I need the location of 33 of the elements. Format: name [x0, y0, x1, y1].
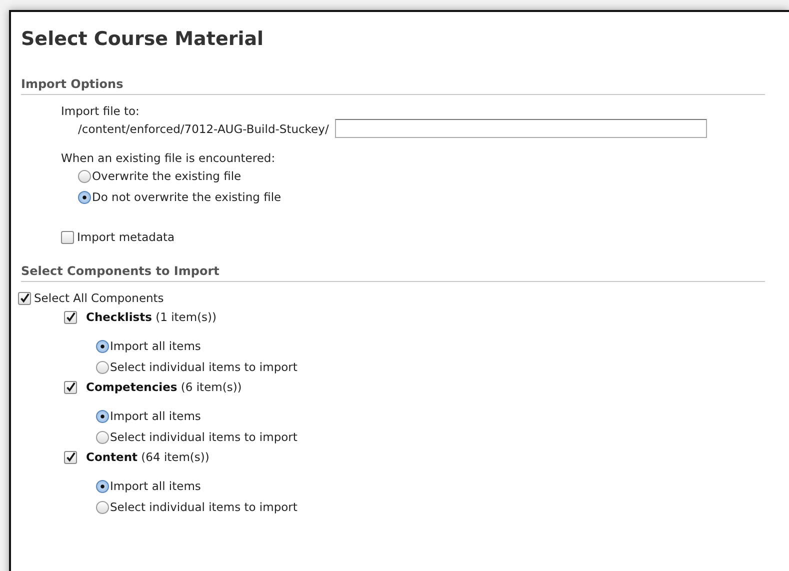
- checkbox[interactable]: [18, 292, 31, 304]
- checkbox-label: Select All Components: [34, 291, 164, 305]
- radio-button[interactable]: [96, 480, 109, 492]
- checkbox[interactable]: [64, 380, 77, 394]
- checkbox-label: Checklists (1 item(s)): [86, 310, 217, 324]
- checkbox-label: Competencies (6 item(s)): [86, 380, 242, 394]
- radio-button[interactable]: [96, 410, 109, 422]
- checkbox[interactable]: [61, 230, 74, 244]
- radio-button[interactable]: [96, 500, 109, 514]
- option-label: Import all items: [110, 479, 201, 493]
- input-field[interactable]: [334, 119, 707, 138]
- section-heading: Import Options: [21, 77, 765, 95]
- checkbox-label: Import metadata: [77, 230, 175, 244]
- question-label: When an existing file is encountered:: [61, 151, 276, 165]
- radio-button[interactable]: [96, 360, 109, 374]
- option-label: Select individual items to import: [110, 500, 298, 514]
- section-heading: Select Components to Import: [21, 264, 765, 282]
- checkbox[interactable]: [64, 450, 77, 464]
- radio-button[interactable]: [78, 170, 91, 182]
- option-label: Import all items: [110, 339, 201, 353]
- checkbox[interactable]: [64, 310, 77, 324]
- checkbox-label: Content (64 item(s)): [86, 450, 210, 464]
- radio-button[interactable]: [96, 340, 109, 352]
- path-text: /content/enforced/7012-AUG-Build-Stuckey/: [78, 122, 329, 136]
- option-label: Select individual items to import: [110, 360, 298, 374]
- option-label: Do not overwrite the existing file: [92, 190, 282, 204]
- field-label: Import file to:: [61, 104, 140, 118]
- radio-button[interactable]: [78, 190, 91, 204]
- radio-button[interactable]: [96, 430, 109, 444]
- option-label: Import all items: [110, 409, 201, 423]
- option-label: Overwrite the existing file: [92, 169, 242, 183]
- page-title: Select Course Material: [21, 28, 265, 50]
- option-label: Select individual items to import: [110, 430, 298, 444]
